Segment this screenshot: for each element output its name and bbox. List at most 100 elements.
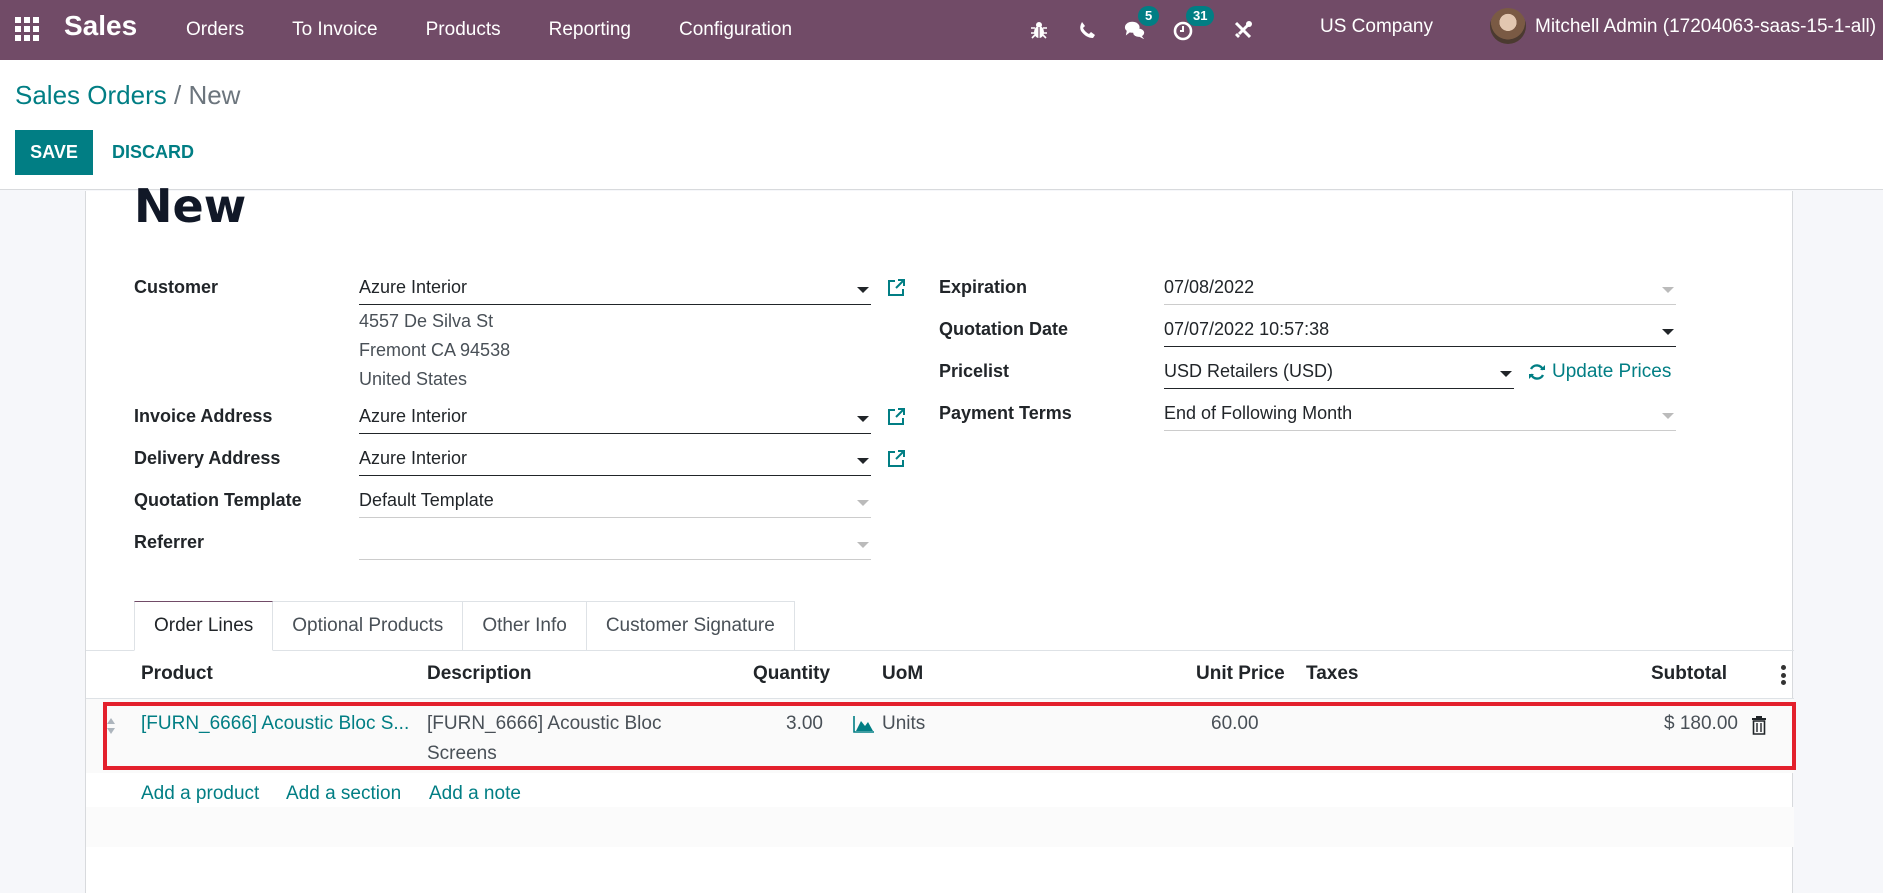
column-quantity[interactable]: Quantity — [753, 663, 830, 685]
chevron-down-icon[interactable] — [857, 458, 869, 464]
payment-terms-field[interactable]: End of Following Month — [1164, 399, 1676, 431]
add-product-link[interactable]: Add a product — [141, 783, 259, 805]
menu-to-invoice[interactable]: To Invoice — [292, 19, 378, 41]
trash-icon[interactable] — [1751, 716, 1767, 735]
chevron-down-icon[interactable] — [857, 500, 869, 506]
delivery-address-label: Delivery Address — [134, 448, 281, 468]
column-uom[interactable]: UoM — [882, 663, 923, 685]
line-product[interactable]: [FURN_6666] Acoustic Bloc S... — [141, 713, 409, 735]
line-subtotal: $ 180.00 — [1664, 713, 1738, 734]
column-product[interactable]: Product — [141, 663, 213, 685]
pricelist-value: USD Retailers (USD) — [1164, 361, 1334, 381]
menu-products[interactable]: Products — [426, 19, 501, 41]
tab-customer-signature[interactable]: Customer Signature — [586, 601, 795, 651]
update-prices-button[interactable]: Update Prices — [1528, 361, 1671, 383]
activity-clock-icon[interactable]: 31 — [1172, 6, 1215, 41]
invoice-address-value: Azure Interior — [359, 406, 468, 426]
chevron-down-icon[interactable] — [857, 542, 869, 548]
quotation-date-value: 07/07/2022 10:57:38 — [1164, 319, 1330, 339]
messages-badge: 5 — [1138, 6, 1160, 26]
chevron-down-icon[interactable] — [857, 416, 869, 422]
referrer-label: Referrer — [134, 532, 205, 552]
expiration-label: Expiration — [939, 277, 1028, 297]
drag-handle-icon[interactable] — [106, 717, 116, 735]
breadcrumb-current: New — [188, 80, 241, 110]
quotation-date-field[interactable]: 07/07/2022 10:57:38 — [1164, 315, 1676, 347]
notebook-tabs: Order Lines Optional Products Other Info… — [134, 601, 795, 651]
payment-terms-value: End of Following Month — [1164, 403, 1353, 423]
invoice-address-label: Invoice Address — [134, 406, 273, 426]
phone-icon[interactable] — [1076, 19, 1098, 41]
systray: 5 31 — [1028, 0, 1280, 60]
line-uom[interactable]: Units — [882, 713, 925, 735]
line-description[interactable]: [FURN_6666] Acoustic Bloc Screens — [427, 713, 661, 765]
forecast-chart-icon[interactable] — [853, 715, 875, 733]
update-prices-label: Update Prices — [1552, 361, 1672, 382]
line-description-line1: [FURN_6666] Acoustic Bloc — [427, 713, 662, 734]
discard-button[interactable]: DISCARD — [112, 130, 194, 175]
main-menu: Orders To Invoice Products Reporting Con… — [186, 0, 840, 60]
column-unit-price[interactable]: Unit Price — [1196, 663, 1285, 685]
quotation-date-label: Quotation Date — [939, 319, 1068, 339]
column-taxes[interactable]: Taxes — [1306, 663, 1358, 685]
expiration-value: 07/08/2022 — [1164, 277, 1255, 297]
delivery-address-value: Azure Interior — [359, 448, 468, 468]
order-lines-header: Product Description Quantity UoM Unit Pr… — [86, 651, 1794, 699]
save-button[interactable]: SAVE — [15, 130, 93, 175]
quotation-template-value: Default Template — [359, 490, 494, 510]
chevron-down-icon[interactable] — [1662, 413, 1674, 419]
customer-label: Customer — [134, 277, 219, 297]
chevron-down-icon[interactable] — [857, 287, 869, 293]
line-description-line2: Screens — [427, 743, 497, 764]
chevron-down-icon[interactable] — [1662, 329, 1674, 335]
column-options-icon[interactable] — [1781, 665, 1787, 685]
delivery-address-field[interactable]: Azure Interior — [359, 444, 871, 476]
apps-menu-icon[interactable] — [15, 17, 41, 41]
company-switcher[interactable]: US Company — [1320, 16, 1433, 38]
chevron-down-icon[interactable] — [1662, 287, 1674, 293]
customer-address-city: Fremont CA 94538 — [359, 340, 511, 360]
tab-order-lines[interactable]: Order Lines — [134, 601, 274, 651]
column-description[interactable]: Description — [427, 663, 532, 685]
top-navbar: Sales Orders To Invoice Products Reporti… — [0, 0, 1883, 60]
expiration-field[interactable]: 07/08/2022 — [1164, 273, 1676, 305]
add-section-link[interactable]: Add a section — [286, 783, 401, 805]
invoice-address-field[interactable]: Azure Interior — [359, 402, 871, 434]
tools-icon[interactable] — [1232, 19, 1254, 41]
referrer-field[interactable] — [359, 528, 871, 560]
column-subtotal[interactable]: Subtotal — [1651, 663, 1727, 685]
user-avatar[interactable] — [1490, 8, 1526, 44]
menu-reporting[interactable]: Reporting — [549, 19, 631, 41]
activities-badge: 31 — [1186, 6, 1215, 26]
quotation-template-field[interactable]: Default Template — [359, 486, 871, 518]
external-link-icon[interactable] — [886, 278, 906, 298]
line-unit-price[interactable]: 60.00 — [1211, 713, 1259, 735]
breadcrumb-sales-orders[interactable]: Sales Orders — [15, 80, 167, 110]
payment-terms-label: Payment Terms — [939, 403, 1072, 423]
quotation-template-label: Quotation Template — [134, 490, 302, 510]
bug-icon[interactable] — [1028, 19, 1050, 41]
table-row[interactable]: [FURN_6666] Acoustic Bloc S... [FURN_666… — [86, 699, 1794, 773]
tab-optional-products[interactable]: Optional Products — [273, 601, 464, 651]
customer-address-country: United States — [359, 369, 468, 389]
form-sheet: New Customer Azure Interior 4557 De Silv… — [85, 179, 1796, 893]
app-name[interactable]: Sales — [64, 10, 137, 42]
pricelist-field[interactable]: USD Retailers (USD) — [1164, 357, 1514, 389]
tab-other-info[interactable]: Other Info — [463, 601, 587, 651]
customer-field[interactable]: Azure Interior — [359, 273, 871, 305]
menu-orders[interactable]: Orders — [186, 19, 244, 41]
line-quantity[interactable]: 3.00 — [786, 713, 823, 735]
add-line-links: Add a product Add a section Add a note — [86, 773, 1794, 843]
external-link-icon[interactable] — [886, 449, 906, 469]
pricelist-label: Pricelist — [939, 361, 1010, 381]
chevron-down-icon[interactable] — [1500, 371, 1512, 377]
menu-configuration[interactable]: Configuration — [679, 19, 792, 41]
customer-value: Azure Interior — [359, 277, 468, 297]
breadcrumb: Sales Orders / New — [15, 80, 240, 111]
add-note-link[interactable]: Add a note — [429, 783, 521, 805]
record-title: New — [134, 179, 247, 233]
refresh-icon — [1529, 364, 1545, 380]
user-menu[interactable]: Mitchell Admin (17204063-saas-15-1-all) — [1535, 16, 1876, 38]
chat-icon[interactable]: 5 — [1124, 6, 1160, 41]
external-link-icon[interactable] — [886, 407, 906, 427]
